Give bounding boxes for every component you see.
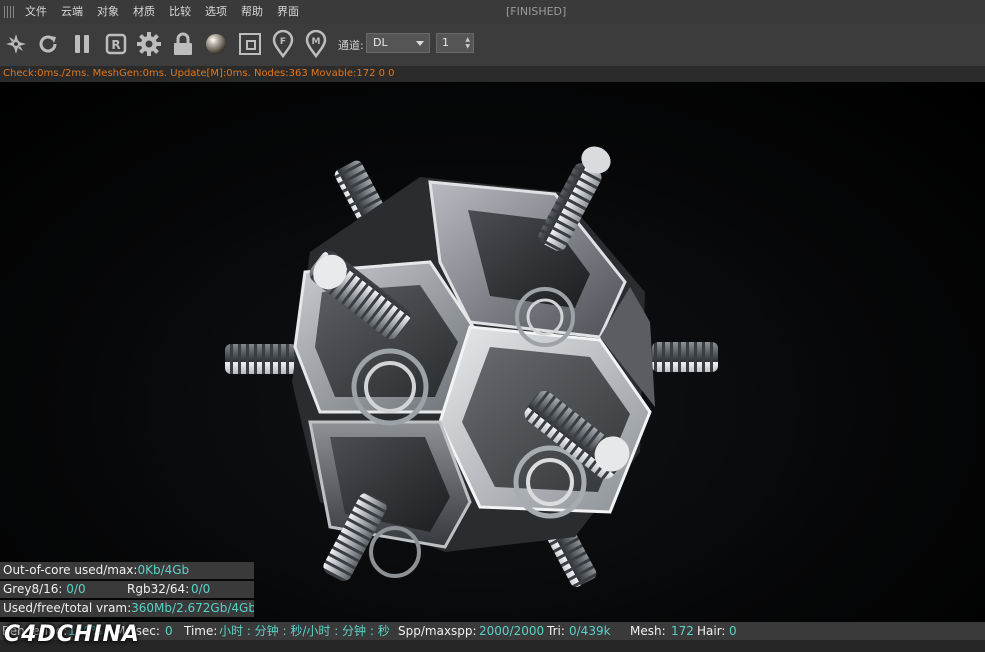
ms-value: 0 — [165, 624, 173, 638]
menu-compare[interactable]: 比较 — [169, 0, 191, 24]
menu-bar: 文件 云端 对象 材质 比较 选项 帮助 界面 [FINISHED] — [0, 0, 985, 24]
spp-value: 2000/2000 — [479, 624, 545, 638]
menu-interface[interactable]: 界面 — [277, 0, 299, 24]
rendered-dodecahedron-image — [225, 146, 718, 587]
rgb-value: 0/0 — [191, 582, 211, 596]
pass-stepper[interactable]: 1 ▲ ▼ — [436, 33, 474, 53]
menu-cloud[interactable]: 云端 — [61, 0, 83, 24]
svg-text:M: M — [312, 37, 321, 47]
channel-label: 通道: — [338, 39, 364, 52]
tri-value: 0/439k — [569, 624, 611, 638]
tri-label: Tri: — [547, 624, 565, 638]
start-render-icon[interactable] — [3, 29, 29, 59]
stepper-down-icon[interactable]: ▼ — [465, 44, 470, 50]
pass-stepper-value: 1 — [442, 36, 449, 49]
out-of-core-label: Out-of-core used/max: — [3, 563, 138, 577]
channel-select[interactable]: DL — [366, 33, 430, 53]
menu-help[interactable]: 帮助 — [241, 0, 263, 24]
focus-pick-f-icon[interactable]: F — [270, 29, 296, 59]
menu-items: 文件 云端 对象 材质 比较 选项 帮助 界面 — [25, 0, 299, 24]
render-status-line: Check:0ms./2ms. MeshGen:0ms. Update[M]:0… — [0, 66, 985, 82]
channel-select-value: DL — [373, 36, 388, 49]
hair-value: 0 — [729, 624, 737, 638]
region-frame-icon[interactable] — [237, 29, 263, 59]
restart-icon[interactable] — [35, 29, 61, 59]
chevron-down-icon — [416, 41, 424, 46]
lock-icon[interactable] — [170, 29, 196, 59]
time-value: 小时 : 分钟 : 秒/小时 : 分钟 : 秒 — [219, 624, 390, 638]
rgb-label: Rgb32/64: — [127, 582, 190, 596]
time-label: Time: — [184, 624, 218, 638]
menu-options[interactable]: 选项 — [205, 0, 227, 24]
mesh-value: 172 — [671, 624, 694, 638]
info-vram: Used/free/total vram:360Mb/2.672Gb/4Gb — [0, 600, 254, 617]
hair-label: Hair: — [697, 624, 726, 638]
menu-file[interactable]: 文件 — [25, 0, 47, 24]
window-title: [FINISHED] — [506, 5, 567, 18]
toolbar: R F M 通道: DL 1 ▲ ▼ — [0, 24, 985, 67]
menu-objects[interactable]: 对象 — [97, 0, 119, 24]
pause-icon[interactable] — [69, 29, 95, 59]
info-textures: Grey8/16: 0/0 Rgb32/64: 0/0 — [0, 581, 254, 598]
vram-label: Used/free/total vram: — [3, 601, 132, 615]
settings-gear-icon[interactable] — [136, 29, 162, 59]
vram-value: 360Mb/2.672Gb/4Gb — [131, 601, 254, 615]
svg-text:F: F — [280, 37, 286, 47]
footer-strip — [0, 640, 985, 652]
render-viewport[interactable] — [0, 82, 985, 622]
grey-label: Grey8/16: — [3, 582, 63, 596]
region-r-icon[interactable]: R — [103, 29, 129, 59]
mesh-label: Mesh: — [630, 624, 666, 638]
svg-text:R: R — [111, 38, 120, 52]
watermark-logo: C4DCHINA — [4, 622, 140, 647]
drag-grip-icon[interactable] — [4, 6, 16, 18]
grey-value: 0/0 — [66, 582, 86, 596]
render-stats-bar: Rendering: 100% Ms/sec: 0 Time: 小时 : 分钟 … — [0, 622, 985, 640]
info-out-of-core: Out-of-core used/max:0Kb/4Gb — [0, 562, 254, 579]
spp-label: Spp/maxspp: — [398, 624, 477, 638]
menu-materials[interactable]: 材质 — [133, 0, 155, 24]
out-of-core-value: 0Kb/4Gb — [137, 563, 190, 577]
material-ball-icon[interactable] — [203, 29, 229, 59]
material-pick-m-icon[interactable]: M — [303, 29, 329, 59]
